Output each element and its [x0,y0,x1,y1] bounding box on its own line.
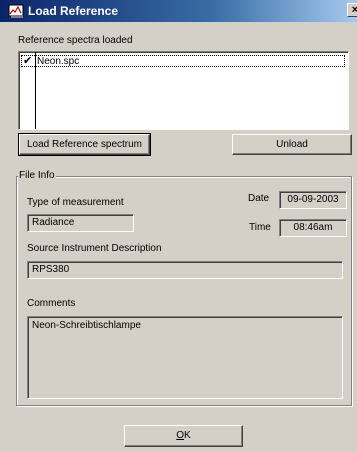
source-instrument-value: RPS380 [32,264,70,275]
load-reference-label: Load Reference spectrum [26,139,143,150]
time-field: 08:46am [279,219,347,237]
date-value: 09-09-2003 [287,194,339,205]
checkmark-icon[interactable]: ✔ [23,54,32,67]
comments-field: Neon-Schreibtischlampe [27,316,343,399]
ok-button[interactable]: OK [124,425,243,447]
type-of-measurement-value: Radiance [32,217,75,228]
comments-value: Neon-Schreibtischlampe [32,320,141,331]
date-label: Date [248,193,270,204]
file-info-title: File Info [18,170,56,181]
spectrum-app-icon [8,4,24,18]
list-item-label: Neon.spc [37,56,80,67]
unload-button[interactable]: Unload [232,134,352,155]
reference-list-label: Reference spectra loaded [18,35,133,46]
list-item[interactable]: ✔ Neon.spc [21,55,345,67]
title-bar[interactable]: Load Reference × [0,0,357,22]
close-button[interactable]: × [347,3,357,17]
close-icon: × [351,4,357,16]
date-field: 09-09-2003 [279,191,347,209]
type-of-measurement-field: Radiance [27,214,134,232]
reference-spectra-list[interactable]: ✔ Neon.spc [18,51,349,130]
comments-label: Comments [27,298,76,309]
source-instrument-field: RPS380 [27,261,343,279]
load-reference-button[interactable]: Load Reference spectrum [18,133,151,156]
time-value: 08:46am [293,222,333,233]
ok-label-rest: K [184,430,191,441]
window-title: Load Reference [28,4,119,18]
type-of-measurement-label: Type of measurement [27,197,124,208]
source-instrument-label: Source Instrument Description [27,243,162,254]
unload-label: Unload [276,139,308,150]
ok-mnemonic: O [176,430,185,441]
time-label: Time [249,222,271,233]
